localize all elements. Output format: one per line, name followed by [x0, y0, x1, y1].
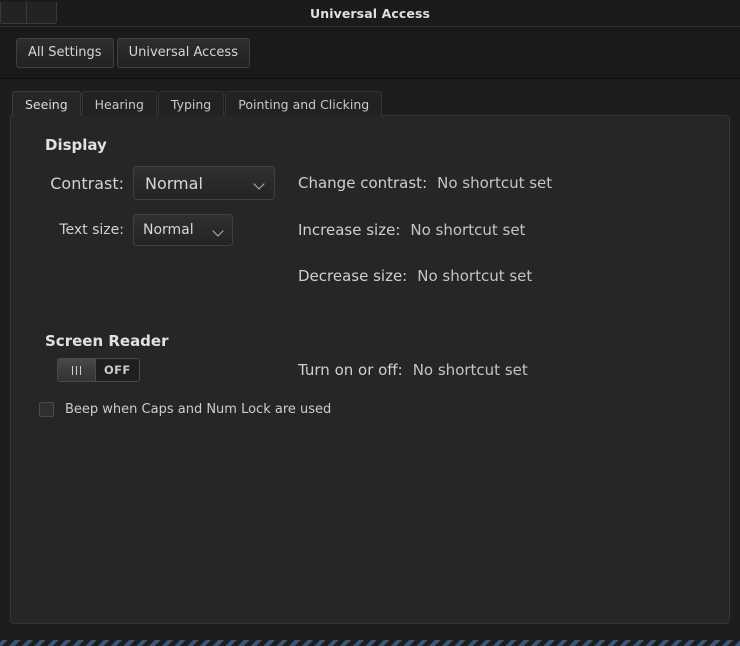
contrast-dropdown-value: Normal	[145, 173, 203, 193]
tab-hearing[interactable]: Hearing	[81, 91, 157, 116]
display-section-heading: Display	[45, 136, 107, 154]
screen-reader-row: OFF Turn on or off: No shortcut set	[33, 358, 707, 382]
text-size-row: Text size: Normal Increase size: No shor…	[33, 208, 707, 252]
window-control-left[interactable]	[0, 2, 27, 24]
window-control-right[interactable]	[27, 2, 57, 24]
contrast-row: Contrast: Normal Change contrast: No sho…	[33, 162, 707, 204]
toolbar: All Settings Universal Access	[0, 27, 740, 79]
screen-reader-toggle-state: OFF	[104, 363, 131, 377]
titlebar: Universal Access	[0, 0, 740, 27]
turn-on-or-off-shortcut: Turn on or off: No shortcut set	[298, 361, 528, 379]
change-contrast-shortcut: Change contrast: No shortcut set	[298, 174, 552, 192]
tab-typing[interactable]: Typing	[157, 91, 225, 116]
beep-option-checkbox[interactable]	[39, 402, 54, 417]
tab-seeing[interactable]: Seeing	[12, 91, 81, 116]
screen-reader-toggle[interactable]: OFF	[57, 358, 140, 382]
increase-size-shortcut: Increase size: No shortcut set	[298, 221, 525, 239]
window-controls	[0, 2, 57, 24]
decrease-size-shortcut-value[interactable]: No shortcut set	[417, 267, 532, 285]
contrast-control-cell: Normal	[133, 166, 298, 200]
turn-on-or-off-shortcut-value[interactable]: No shortcut set	[413, 361, 528, 379]
beep-option-row[interactable]: Beep when Caps and Num Lock are used	[39, 402, 707, 417]
seeing-panel: Display Contrast: Normal Change contrast…	[10, 115, 730, 624]
decrease-size-row: Decrease size: No shortcut set	[33, 256, 707, 296]
chevron-down-icon	[213, 227, 224, 234]
contrast-dropdown[interactable]: Normal	[133, 166, 275, 200]
turn-on-or-off-shortcut-label: Turn on or off:	[298, 361, 403, 379]
tabs-area: Seeing Hearing Typing Pointing and Click…	[0, 79, 740, 646]
text-size-dropdown[interactable]: Normal	[133, 214, 233, 246]
increase-size-shortcut-value[interactable]: No shortcut set	[410, 221, 525, 239]
screen-reader-section-heading: Screen Reader	[45, 332, 169, 350]
toggle-knob-icon	[58, 359, 96, 381]
text-size-dropdown-value: Normal	[143, 222, 194, 238]
universal-access-button[interactable]: Universal Access	[116, 37, 250, 68]
tabstrip: Seeing Hearing Typing Pointing and Click…	[12, 91, 730, 116]
screen-reader-toggle-cell: OFF	[57, 358, 298, 382]
text-size-control-cell: Normal	[133, 214, 298, 246]
decrease-size-shortcut: Decrease size: No shortcut set	[298, 267, 532, 285]
all-settings-button[interactable]: All Settings	[16, 37, 114, 68]
text-size-label: Text size:	[59, 222, 124, 238]
beep-option-label: Beep when Caps and Num Lock are used	[65, 402, 332, 417]
chevron-down-icon	[254, 180, 265, 187]
change-contrast-shortcut-value[interactable]: No shortcut set	[437, 174, 552, 192]
tab-pointing-and-clicking[interactable]: Pointing and Clicking	[225, 91, 383, 116]
window-title: Universal Access	[309, 5, 431, 21]
change-contrast-shortcut-label: Change contrast:	[298, 174, 428, 192]
increase-size-shortcut-label: Increase size:	[298, 221, 401, 239]
universal-access-window: Universal Access All Settings Universal …	[0, 0, 740, 646]
decrease-size-shortcut-label: Decrease size:	[298, 267, 408, 285]
contrast-label: Contrast:	[50, 173, 124, 193]
bottom-accent-strip	[0, 640, 740, 646]
